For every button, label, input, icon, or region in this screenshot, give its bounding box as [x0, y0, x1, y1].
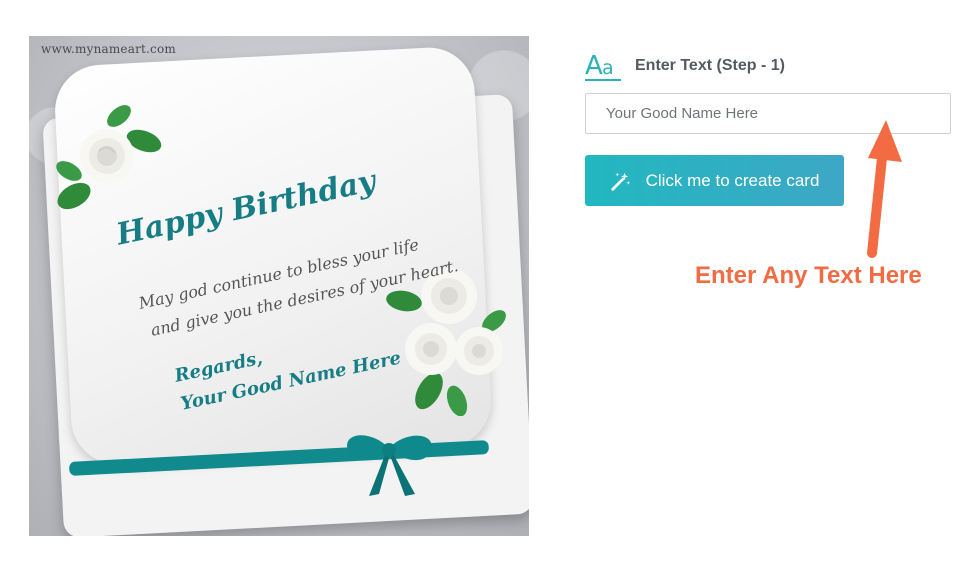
ribbon-bow-icon — [347, 435, 432, 496]
page: www.mynameart.com Happy Birthday May god… — [0, 0, 979, 576]
rose-cluster-top-left-icon — [56, 105, 162, 210]
step-label: Enter Text (Step - 1) — [635, 57, 785, 74]
card-preview-image: www.mynameart.com Happy Birthday May god… — [29, 36, 529, 536]
watermark-text: www.mynameart.com — [41, 42, 176, 56]
svg-text:A: A — [585, 51, 603, 81]
magic-wand-icon — [610, 172, 630, 191]
arrow-up-icon — [867, 120, 902, 258]
step-header: A a Enter Text (Step - 1) — [585, 50, 785, 82]
create-card-button[interactable]: Click me to create card — [585, 155, 844, 206]
svg-text:a: a — [602, 57, 614, 79]
create-card-button-label: Click me to create card — [645, 170, 820, 190]
hint-text: Enter Any Text Here — [695, 262, 922, 289]
font-icon: A a — [585, 51, 621, 81]
